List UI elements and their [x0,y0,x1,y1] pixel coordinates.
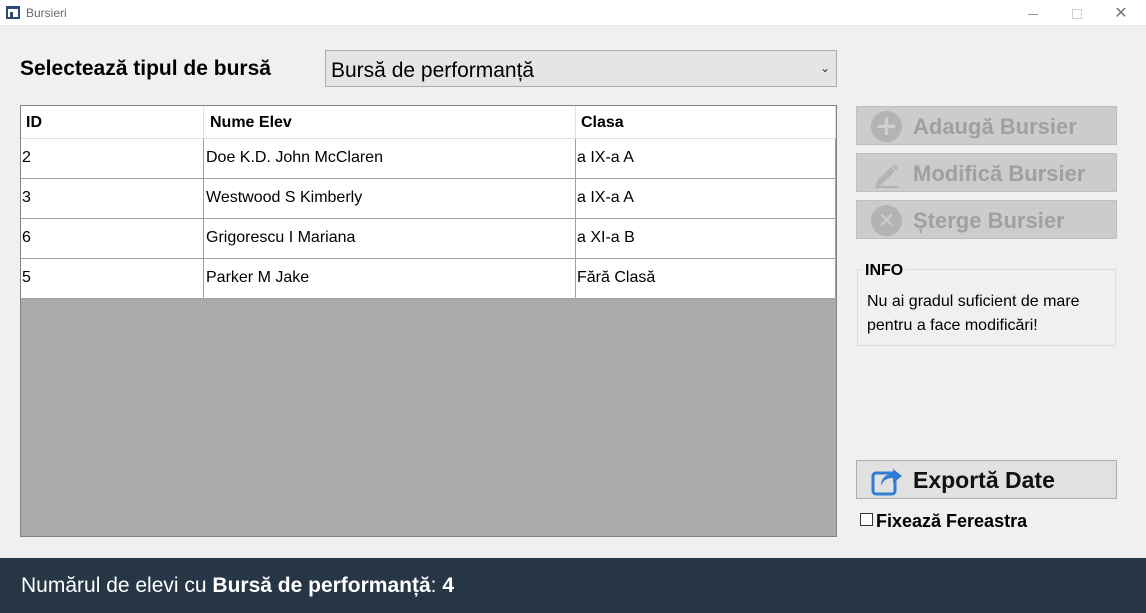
status-text: Numărul de elevi cu Bursă de performanță… [21,574,454,598]
add-bursier-label: Adaugă Bursier [913,114,1077,139]
cell-name: Doe K.D. John McClaren [204,139,576,179]
delete-bursier-label: Șterge Bursier [913,208,1065,233]
pin-window-label[interactable]: Fixează Fereastra [876,511,1027,532]
bursa-type-value: Bursă de performanță [331,59,535,82]
info-message: Nu ai gradul suficient de mare pentru a … [867,293,1080,334]
pencil-icon [875,164,899,188]
table-row[interactable]: 5 Parker M Jake Fără Clasă [21,259,836,299]
status-prefix: Numărul de elevi cu [21,574,213,597]
x-circle-icon: ✕ [871,205,902,236]
column-header-class[interactable]: Clasa [576,106,836,139]
title-bar: Bursieri ✕ [0,0,1146,26]
window-title: Bursieri [26,6,67,20]
status-bursa-type: Bursă de performanță [212,574,431,597]
cell-class: Fără Clasă [576,259,836,299]
status-separator: : [430,574,443,597]
chevron-down-icon: ⌄ [819,61,830,75]
close-icon: ✕ [1114,3,1128,22]
pin-window-checkbox[interactable] [860,513,873,526]
export-data-button[interactable]: Exportă Date [856,460,1117,499]
cell-class: a IX-a A [576,139,836,179]
column-header-id[interactable]: ID [21,106,204,139]
table-row[interactable]: 6 Grigorescu I Mariana a XI-a B [21,219,836,259]
cell-id: 2 [21,139,204,179]
cell-name: Westwood S Kimberly [204,179,576,219]
close-button[interactable]: ✕ [1098,0,1144,26]
edit-bursier-label: Modifică Bursier [913,161,1086,186]
info-panel: INFO Nu ai gradul suficient de mare pent… [857,262,1116,346]
status-bar: Numărul de elevi cu Bursă de performanță… [0,558,1146,613]
bursa-type-select[interactable]: Bursă de performanță ⌄ [325,50,837,87]
maximize-button[interactable] [1054,0,1100,26]
export-data-label: Exportă Date [913,467,1055,493]
cell-name: Parker M Jake [204,259,576,299]
plus-circle-icon: + [871,111,902,142]
edit-bursier-button[interactable]: Modifică Bursier [856,153,1117,192]
cell-id: 3 [21,179,204,219]
cell-name: Grigorescu I Mariana [204,219,576,259]
cell-class: a IX-a A [576,179,836,219]
table-header: ID Nume Elev Clasa [21,106,836,139]
cell-id: 6 [21,219,204,259]
add-bursier-button[interactable]: + Adaugă Bursier [856,106,1117,145]
maximize-icon [1072,9,1082,20]
status-count: 4 [442,574,455,597]
cell-class: a XI-a B [576,219,836,259]
table-row[interactable]: 3 Westwood S Kimberly a IX-a A [21,179,836,219]
app-icon [6,6,20,19]
share-arrow-icon [871,469,902,496]
minimize-icon [1028,13,1038,15]
bursa-type-label: Selectează tipul de bursă [20,57,271,80]
cell-id: 5 [21,259,204,299]
column-header-name[interactable]: Nume Elev [204,106,576,139]
table-row[interactable]: 2 Doe K.D. John McClaren a IX-a A [21,139,836,179]
students-table[interactable]: ID Nume Elev Clasa 2 Doe K.D. John McCla… [20,105,837,537]
minimize-button[interactable] [1010,0,1056,26]
info-title: INFO [863,262,906,280]
delete-bursier-button[interactable]: ✕ Șterge Bursier [856,200,1117,239]
